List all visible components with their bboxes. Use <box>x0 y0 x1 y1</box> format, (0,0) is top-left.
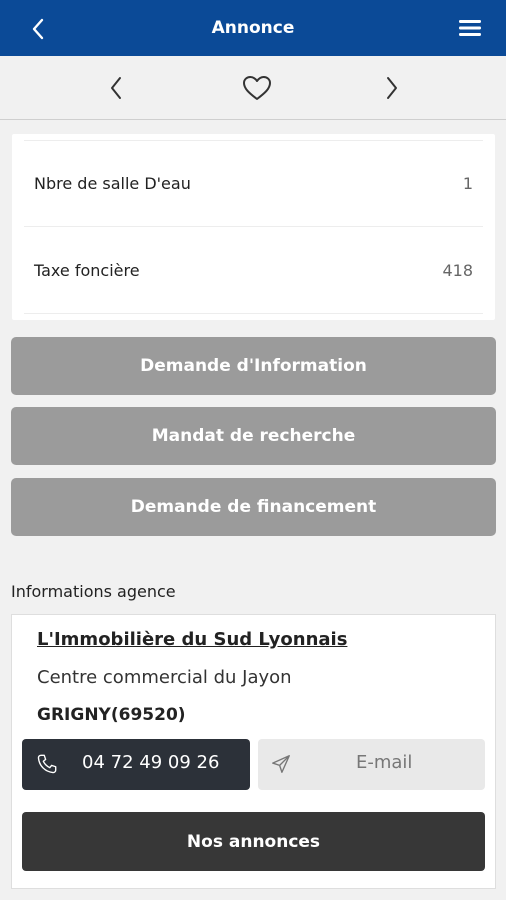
agency-section-title: Informations agence <box>11 582 176 601</box>
email-label: E-mail <box>356 752 413 773</box>
favorite-button[interactable] <box>237 68 277 108</box>
call-agency-button[interactable]: 04 72 49 09 26 <box>22 739 250 790</box>
send-icon <box>272 755 290 773</box>
next-listing-button[interactable] <box>372 68 412 108</box>
detail-value: 1 <box>462 174 473 193</box>
chevron-right-icon <box>387 77 397 99</box>
heart-outline-icon <box>243 76 271 100</box>
agency-listings-button[interactable]: Nos annonces <box>22 812 485 871</box>
email-agency-button[interactable]: E-mail <box>258 739 485 790</box>
menu-button[interactable] <box>456 14 484 42</box>
chevron-left-icon <box>32 18 44 40</box>
agency-address: Centre commercial du Jayon <box>37 667 292 688</box>
detail-row-property-tax: Taxe foncière 418 <box>24 227 483 314</box>
page-title: Annonce <box>211 18 295 38</box>
detail-label: Nbre de salle D'eau <box>34 174 191 193</box>
chevron-left-icon <box>111 77 121 99</box>
detail-label: Taxe foncière <box>34 260 140 280</box>
agency-name-link[interactable]: L'Immobilière du Sud Lyonnais <box>37 629 347 650</box>
back-button[interactable] <box>24 16 52 42</box>
info-request-button[interactable]: Demande d'Information <box>11 337 496 395</box>
agency-city: GRIGNY(69520) <box>37 705 186 725</box>
property-details-card: Nbre de salle D'eau 1 Taxe foncière 418 <box>12 134 495 320</box>
agency-card: L'Immobilière du Sud Lyonnais Centre com… <box>11 614 496 889</box>
detail-value: 418 <box>442 260 473 280</box>
detail-row-bathrooms: Nbre de salle D'eau 1 <box>24 140 483 227</box>
search-mandate-button[interactable]: Mandat de recherche <box>11 407 496 465</box>
financing-request-button[interactable]: Demande de financement <box>11 478 496 536</box>
previous-listing-button[interactable] <box>96 68 136 108</box>
phone-number: 04 72 49 09 26 <box>82 752 220 773</box>
listing-nav-bar <box>0 56 506 120</box>
hamburger-menu-icon <box>459 20 481 36</box>
phone-icon <box>37 754 57 774</box>
app-bar: Annonce <box>0 0 506 56</box>
